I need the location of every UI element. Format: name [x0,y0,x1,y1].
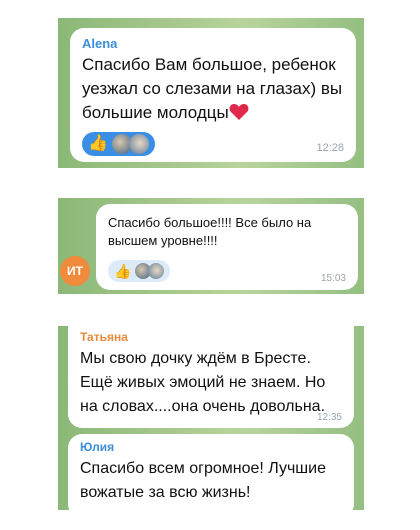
message-time: 12:35 [316,412,342,423]
message-text: Спасибо всем огромное! Лучшие вожатые за… [80,460,326,501]
chat-panel-1: Alena Спасибо Вам большое, ребенок уезжа… [58,18,364,168]
message-text: Спасибо большое!!!! Все было на высшем у… [108,215,312,248]
reactions-bar[interactable]: 👍 [108,260,171,282]
message-text: Спасибо Вам большое, ребенок уезжал со с… [82,53,350,125]
reactor-avatar [128,134,149,154]
thumbs-up-icon: 👍 [114,263,132,279]
sender-name[interactable]: Татьяна [80,330,342,344]
message-bubble[interactable]: Alena Спасибо Вам большое, ребенок уезжа… [70,28,356,162]
message-bubble[interactable]: Татьяна Мы свою дочку ждём в Бресте. Ещё… [68,326,354,428]
thumbs-up-icon: 👍 [88,135,108,152]
message-text: Мы свою дочку ждём в Бресте. Ещё живых э… [80,350,326,415]
reaction-pill[interactable]: 👍 [82,132,155,156]
heart-icon [229,101,249,125]
message-bubble[interactable]: Спасибо большое!!!! Все было на высшем у… [96,204,358,290]
reaction-pill[interactable]: 👍 [108,260,171,282]
message-time: 12:28 [316,142,344,154]
chat-panel-2: ИТ Спасибо большое!!!! Все было на высше… [58,198,364,294]
message-time: 15:03 [320,273,346,284]
reactor-avatar [148,263,165,279]
sender-name[interactable]: Alena [82,36,344,51]
sender-name[interactable]: Юлия [80,440,342,454]
reactions-bar[interactable]: 👍 [82,132,155,156]
sender-avatar[interactable]: ИТ [60,256,90,286]
message-bubble[interactable]: Юлия Спасибо всем огромное! Лучшие вожат… [68,434,354,510]
chat-panel-3: Татьяна Мы свою дочку ждём в Бресте. Ещё… [58,326,364,510]
message-text-content: Спасибо Вам большое, ребенок уезжал со с… [82,55,343,122]
